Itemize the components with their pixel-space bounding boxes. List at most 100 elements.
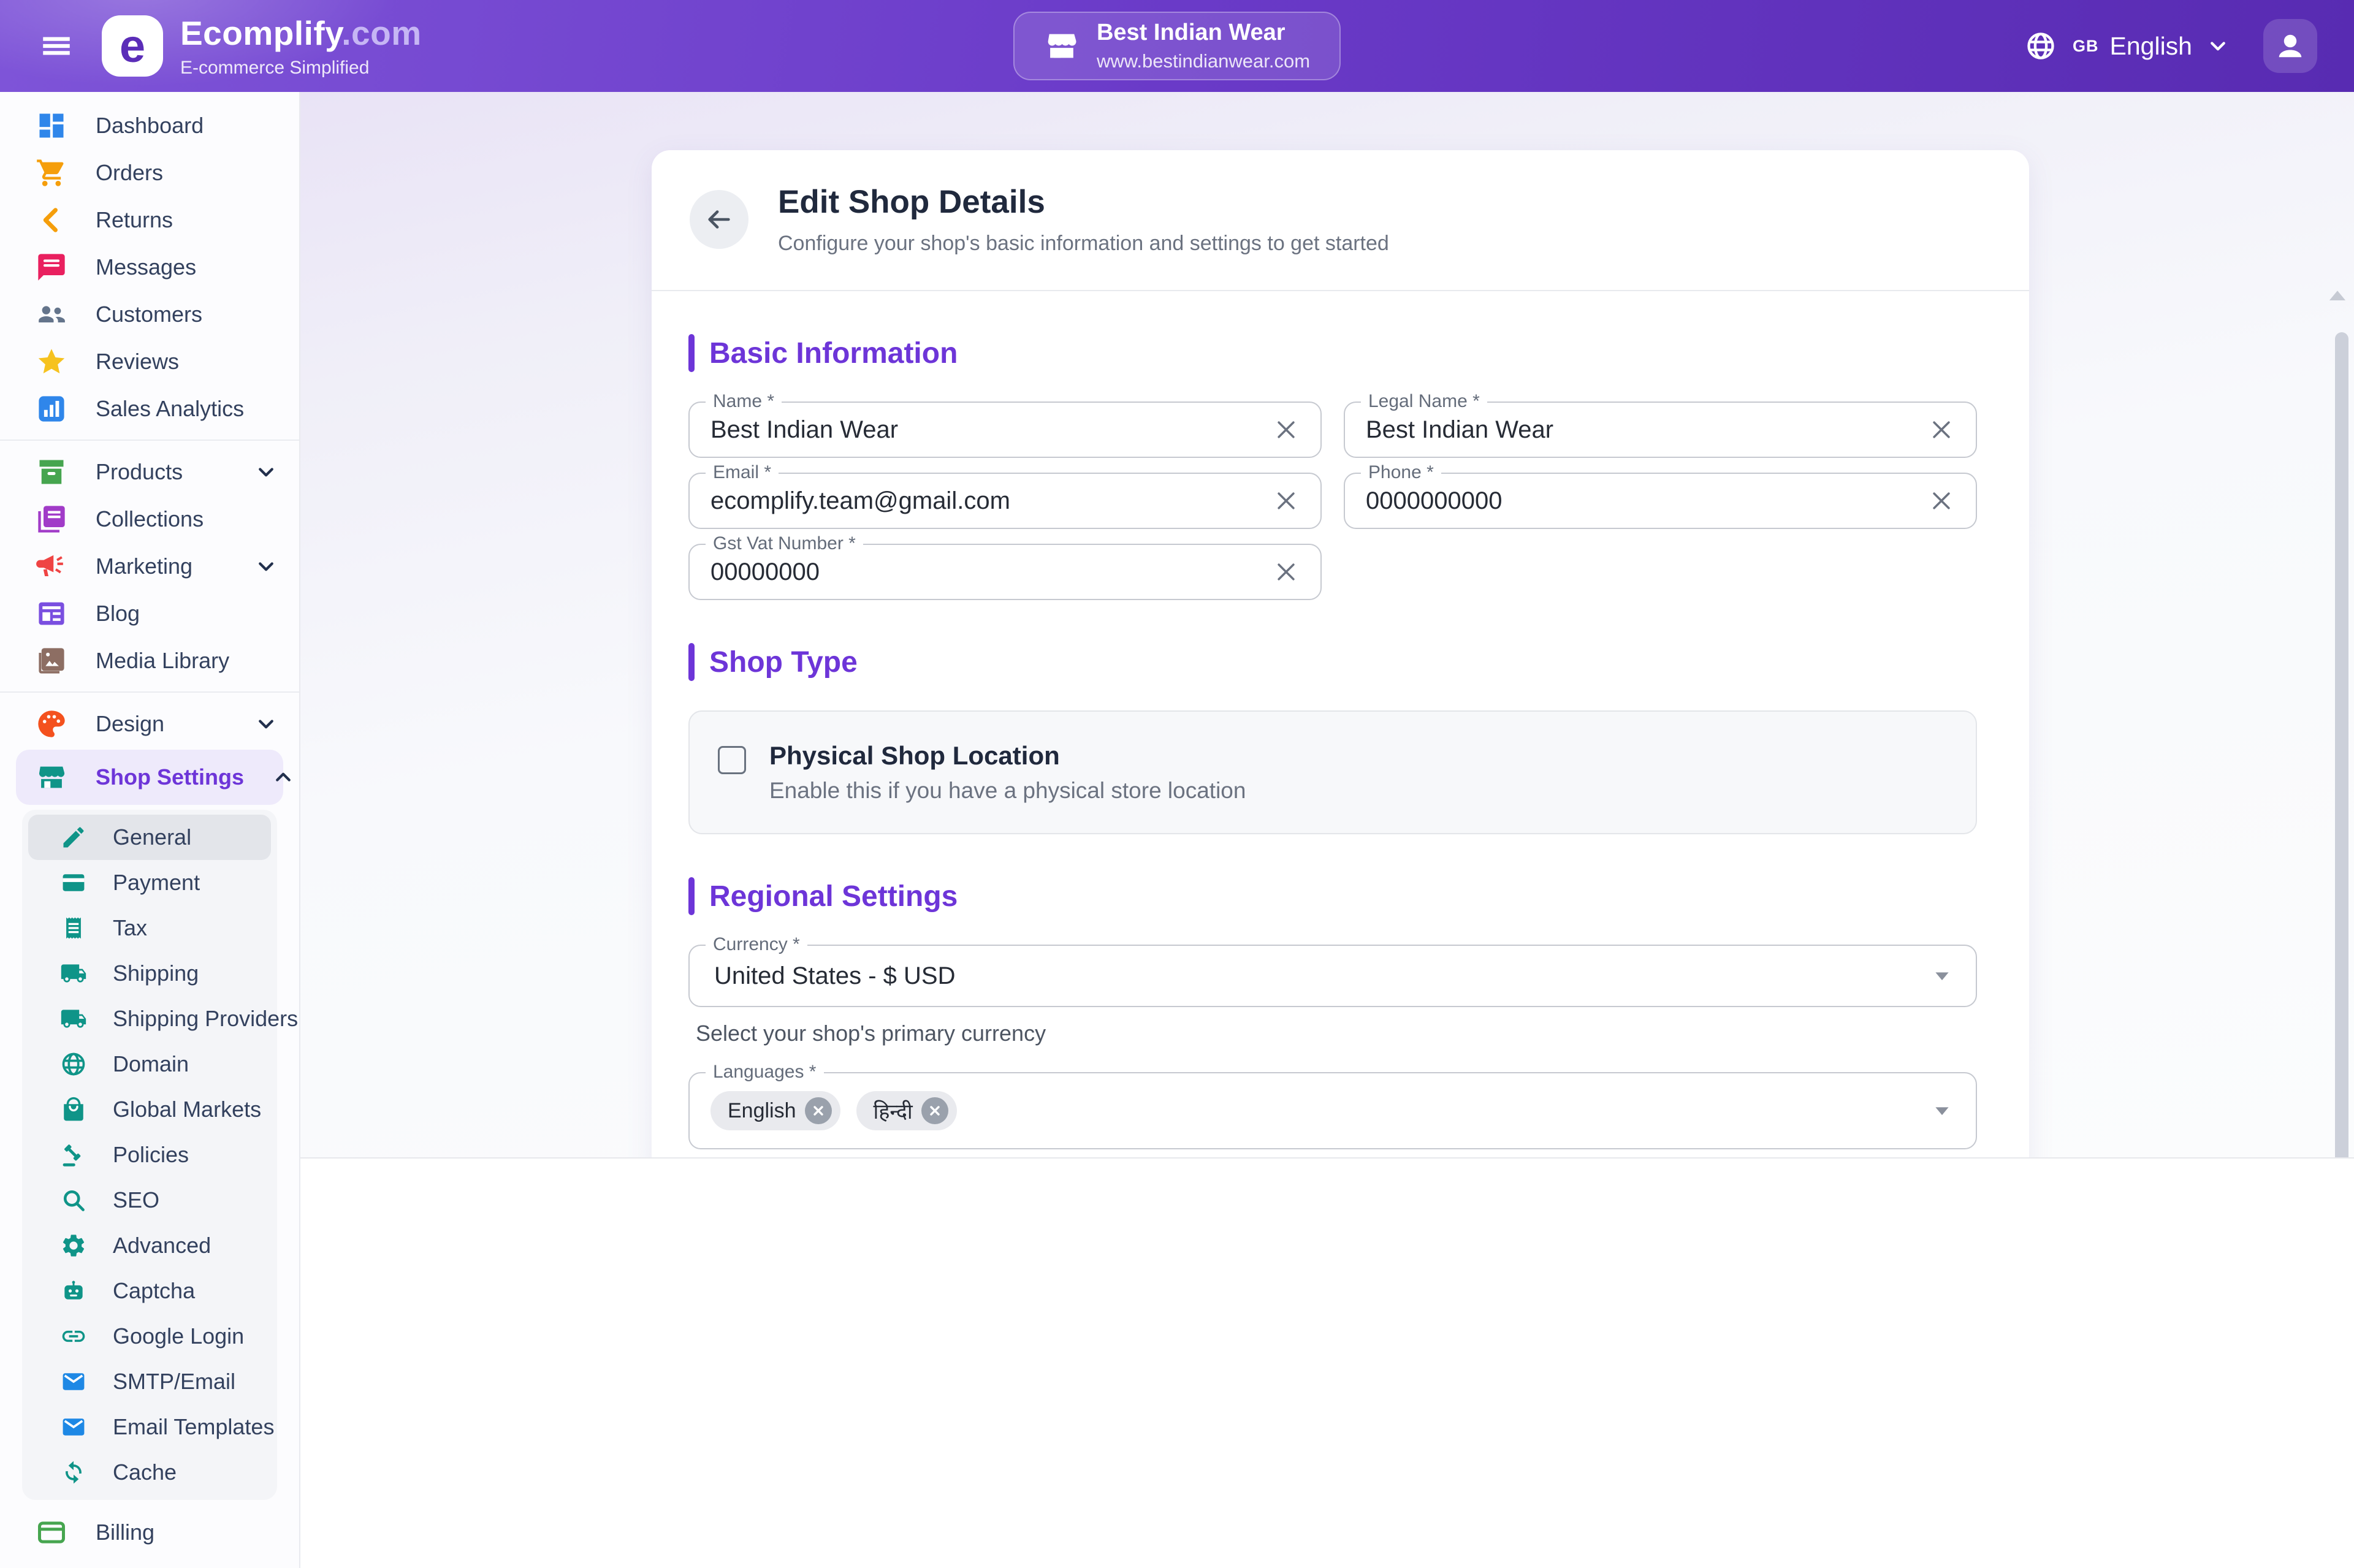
hamburger-menu-button[interactable] [37,26,76,66]
shop-name: Best Indian Wear [1097,20,1310,46]
arrow-left-icon [705,205,733,234]
basic-info-grid: Name * Legal Name * Email * [688,402,1977,600]
clear-phone-icon[interactable] [1928,487,1955,514]
submenu-item-shipping-providers[interactable]: Shipping Providers [28,996,271,1041]
submenu-item-tax[interactable]: Tax [28,905,271,951]
submenu-item-policies[interactable]: Policies [28,1132,271,1178]
card-header: Edit Shop Details Configure your shop's … [652,150,2029,290]
submenu-item-shipping[interactable]: Shipping [28,951,271,996]
sidebar-item-media-library[interactable]: Media Library [0,637,299,684]
sidebar-item-messages[interactable]: Messages [0,243,299,291]
chevron-up-icon [272,766,294,788]
sidebar-item-design[interactable]: Design [0,700,299,747]
clear-gst-icon[interactable] [1273,558,1300,585]
sidebar-item-reviews[interactable]: Reviews [0,338,299,385]
gst-vat-input[interactable] [710,558,1273,586]
sidebar-item-sales-analytics[interactable]: Sales Analytics [0,385,299,432]
name-field: Name * [688,402,1322,458]
sidebar-item-blog[interactable]: Blog [0,590,299,637]
scrollbar-up-arrow[interactable] [2325,283,2350,309]
sidebar-item-shop-settings[interactable]: Shop Settings [16,750,283,805]
submenu-item-general[interactable]: General [28,815,271,860]
star-icon [36,346,67,378]
submenu-item-google-login[interactable]: Google Login [28,1314,271,1359]
pencil-icon [60,824,87,851]
language-label: English [2110,32,2192,61]
gst-vat-field-label: Gst Vat Number * [706,533,863,554]
mail-icon [60,1414,87,1441]
submenu-item-email-templates[interactable]: Email Templates [28,1404,271,1450]
remove-english-chip-button[interactable] [805,1097,832,1124]
sidebar-divider [0,440,299,441]
edit-shop-details-card: Edit Shop Details Configure your shop's … [652,150,2029,1159]
close-icon [928,1103,942,1118]
page-title: Edit Shop Details [778,183,1389,221]
sidebar-divider [0,691,299,693]
currency-select[interactable]: Currency * United States - $ USD [688,945,1977,1007]
legal-name-input[interactable] [1366,416,1928,444]
chevron-down-icon [255,555,277,577]
legal-name-field: Legal Name * [1344,402,1977,458]
submenu-item-domain[interactable]: Domain [28,1041,271,1087]
user-avatar-button[interactable] [2263,19,2317,73]
phone-input[interactable] [1366,487,1928,515]
library-icon [36,503,67,535]
email-input[interactable] [710,487,1273,515]
section-basic-information: Basic Information [688,334,1977,372]
section-shop-type: Shop Type [688,643,1977,681]
megaphone-icon [36,550,67,582]
globe-icon [60,1051,87,1078]
physical-shop-checkbox[interactable] [718,746,746,774]
link-icon [60,1323,87,1350]
phone-field: Phone * [1344,473,1977,529]
sync-icon [60,1459,87,1486]
clear-legal-name-icon[interactable] [1928,416,1955,443]
gear-icon [60,1232,87,1259]
email-field-label: Email * [706,462,779,483]
sidebar-item-returns[interactable]: Returns [0,196,299,243]
truck-icon [60,1005,87,1032]
storefront-icon [1044,28,1080,64]
submenu-item-global-markets[interactable]: Global Markets [28,1087,271,1132]
cart-icon [36,157,67,189]
sidebar-item-customers[interactable]: Customers [0,291,299,338]
chevron-down-icon [255,713,277,735]
truck-icon [60,960,87,987]
submenu-item-captcha[interactable]: Captcha [28,1268,271,1314]
submenu-item-advanced[interactable]: Advanced [28,1223,271,1268]
physical-shop-panel: Physical Shop Location Enable this if yo… [688,710,1977,834]
brand-logo[interactable]: e [102,15,163,77]
submenu-item-payment[interactable]: Payment [28,860,271,905]
sidebar-item-marketing[interactable]: Marketing [0,542,299,590]
content-scroll-area: Edit Shop Details Configure your shop's … [300,92,2354,1159]
gavel-icon [60,1141,87,1168]
scrollbar-thumb[interactable] [2335,332,2348,1159]
main-area: Edit Shop Details Configure your shop's … [300,92,2354,1568]
sidebar-item-products[interactable]: Products [0,448,299,495]
search-icon [60,1187,87,1214]
clear-email-icon[interactable] [1273,487,1300,514]
remove-hindi-chip-button[interactable] [921,1097,948,1124]
physical-shop-help: Enable this if you have a physical store… [769,778,1246,804]
language-selector[interactable]: GB English [2073,32,2229,61]
section-regional-settings: Regional Settings [688,877,1977,915]
currency-label: Currency * [706,934,807,955]
name-input[interactable] [710,416,1273,444]
back-button[interactable] [690,190,748,249]
sidebar-item-collections[interactable]: Collections [0,495,299,542]
submenu-item-cache[interactable]: Cache [28,1450,271,1495]
active-shop-badge[interactable]: Best Indian Wear www.bestindianwear.com [1013,12,1341,80]
gst-vat-field: Gst Vat Number * [688,544,1322,600]
physical-shop-title: Physical Shop Location [769,741,1246,771]
sidebar: Dashboard Orders Returns Messages Custom… [0,92,300,1568]
submenu-item-seo[interactable]: SEO [28,1178,271,1223]
sidebar-item-orders[interactable]: Orders [0,149,299,196]
top-bar: e Ecomplify.com E-commerce Simplified Be… [0,0,2354,92]
brand-title: Ecomplify.com [180,13,422,53]
section-accent-bar [688,877,695,915]
languages-multiselect[interactable]: Languages * English हिन्दी [688,1072,1977,1149]
sidebar-item-billing[interactable]: Billing [0,1509,299,1556]
submenu-item-smtp-email[interactable]: SMTP/Email [28,1359,271,1404]
clear-name-icon[interactable] [1273,416,1300,443]
sidebar-item-dashboard[interactable]: Dashboard [0,102,299,149]
